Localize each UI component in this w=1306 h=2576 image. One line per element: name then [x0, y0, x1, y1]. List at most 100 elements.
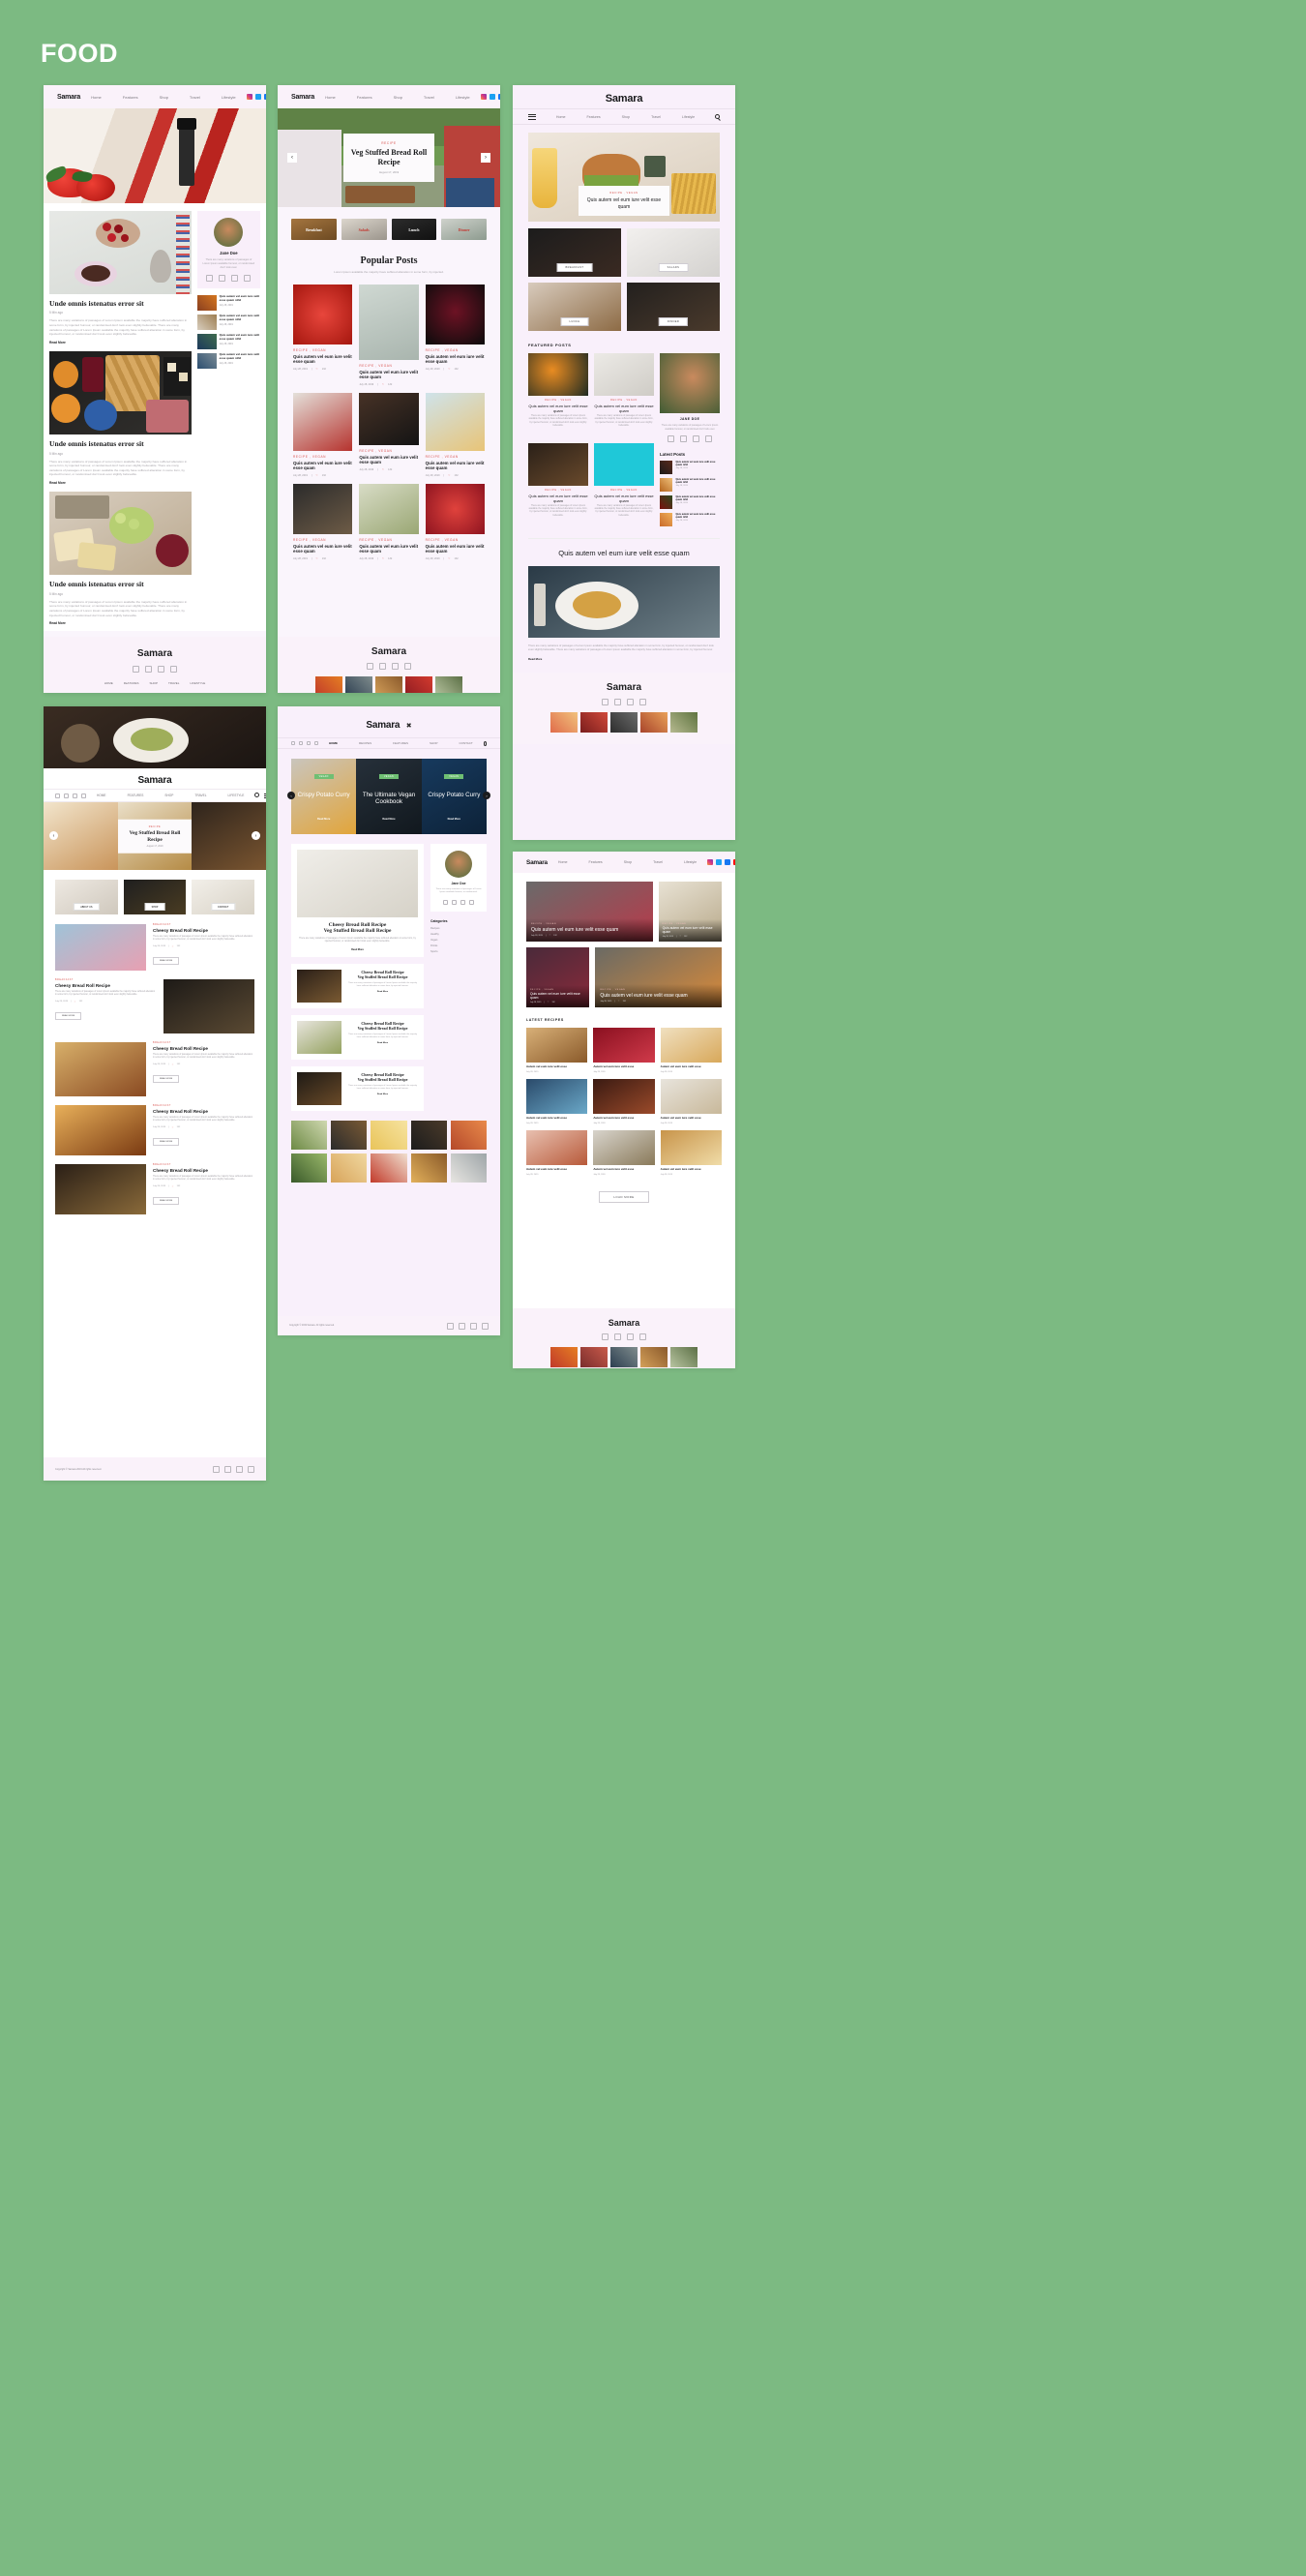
recipe-title[interactable]: Autem vel eum iure velit esse — [526, 1064, 587, 1069]
instagram-icon[interactable] — [206, 274, 214, 282]
post-title[interactable]: Unde omnis istenatus error sit — [49, 580, 192, 588]
read-more-link[interactable]: Read More — [347, 1093, 418, 1095]
post-image[interactable] — [660, 1078, 722, 1114]
post-title[interactable]: Quis autem vel eum iure velit esse quam — [594, 494, 654, 503]
list-item-title[interactable]: Quis autem vel eum iure velit esse quam … — [220, 314, 260, 322]
instagram-icon[interactable] — [291, 741, 295, 745]
hero[interactable]: RECIPE , VEGAN Quis autem vel eum iure v… — [528, 133, 720, 222]
post-image[interactable] — [297, 850, 418, 917]
feed-thumb[interactable] — [550, 1347, 578, 1367]
feed-thumb[interactable] — [640, 712, 668, 734]
post-card[interactable]: Unde omnis istenatus error sit 5 Min ago… — [49, 351, 192, 485]
feed-thumb[interactable] — [371, 1153, 407, 1183]
list-post[interactable]: Cheesy Bread Roll Recipe Veg Stuffed Bre… — [291, 1014, 424, 1060]
recipe-title[interactable]: Autem vel eum iure velit esse — [593, 1116, 654, 1121]
tile-breakfast[interactable]: BREAKFAST — [528, 228, 621, 277]
search-icon[interactable] — [715, 114, 721, 121]
nav-item-features[interactable]: FEATURES — [117, 794, 155, 797]
twitter-icon[interactable] — [716, 859, 723, 865]
post-title[interactable]: Quis autem vel eum iure velit esse quam — [426, 544, 485, 554]
facebook-icon[interactable] — [497, 94, 500, 100]
twitter-icon[interactable] — [614, 699, 621, 706]
post-image[interactable] — [425, 392, 485, 451]
feed-thumb[interactable] — [580, 1347, 608, 1367]
recipe-title[interactable]: Autem vel eum iure velit esse — [661, 1167, 722, 1172]
post-image[interactable] — [359, 483, 419, 534]
single-post-image[interactable] — [528, 565, 720, 638]
nav-item-shop[interactable]: SHOP — [154, 794, 184, 797]
youtube-icon[interactable] — [482, 1322, 489, 1330]
list-title-2[interactable]: Veg Stuffed Bread Roll Recipe — [347, 1026, 418, 1031]
category-item-recipes[interactable]: Recipes — [430, 927, 487, 930]
brand-logo[interactable]: Samara — [44, 775, 266, 786]
feed-thumb[interactable] — [331, 1153, 368, 1183]
facebook-icon[interactable] — [307, 741, 311, 745]
hero-card-small[interactable]: RECIPE , VEGAN Quis autem vel eum iure v… — [526, 947, 590, 1007]
slider-prev-button[interactable]: ‹ — [287, 792, 295, 799]
post-image[interactable] — [594, 353, 654, 396]
recipe-card[interactable]: Autem vel eum iure velit esse July 28, 2… — [660, 1078, 722, 1124]
facebook-icon[interactable] — [470, 1322, 477, 1330]
nav-item-features[interactable]: Features — [579, 860, 613, 864]
read-more-link[interactable]: Read More — [49, 481, 192, 485]
instagram-icon[interactable] — [443, 899, 448, 905]
read-more-link[interactable]: Read More — [347, 991, 418, 993]
lead-post[interactable]: Cheesy Bread Roll Recipe Veg Stuffed Bre… — [291, 844, 424, 957]
nav-item-lifestyle[interactable]: Lifestyle — [211, 95, 247, 100]
post-title[interactable]: Cheesy Bread Roll Recipe — [153, 1168, 254, 1174]
slide-readmore[interactable]: Read More — [317, 818, 330, 821]
recipe-card[interactable]: Autem vel eum iure velit esse July 28, 2… — [526, 1129, 588, 1176]
twitter-icon[interactable] — [254, 94, 261, 100]
recipe-card[interactable]: Autem vel eum iure velit esse July 28, 2… — [660, 1028, 722, 1073]
feed-thumb[interactable] — [410, 1153, 447, 1183]
twitter-icon[interactable] — [145, 666, 152, 673]
feed-thumb[interactable] — [345, 676, 372, 693]
hamburger-icon[interactable] — [528, 112, 536, 121]
recipe-card[interactable]: Autem vel eum iure velit esse July 28, 2… — [526, 1078, 588, 1124]
post-row[interactable]: BREAKFAST Cheesy Bread Roll Recipe There… — [55, 979, 254, 1033]
slide-title[interactable]: The Ultimate Vegan Cookbook — [362, 792, 415, 807]
twitter-icon[interactable] — [452, 899, 457, 905]
search-icon[interactable] — [483, 740, 487, 746]
list-item-title[interactable]: Quis autem vel eum iure velit esse quam … — [220, 294, 260, 303]
post-title[interactable]: Quis autem vel eum iure velit esse quam — [293, 544, 352, 554]
post-row[interactable]: BREAKFAST Cheesy Bread Roll Recipe There… — [55, 1105, 254, 1155]
single-post-title[interactable]: Quis autem vel eum iure velit esse quam — [528, 549, 720, 558]
slide[interactable]: VEGAN Crispy Potato Curry Read More — [291, 759, 357, 834]
post-title[interactable]: Quis autem vel eum iure velit esse quam — [293, 461, 352, 471]
youtube-icon[interactable] — [639, 699, 646, 706]
feed-thumb[interactable] — [640, 1347, 668, 1367]
youtube-icon[interactable] — [170, 666, 177, 673]
read-more-button[interactable]: READ MORE — [55, 1011, 82, 1020]
read-more-link[interactable]: Read More — [347, 1042, 418, 1044]
post-image[interactable] — [359, 284, 419, 360]
list-item-title[interactable]: Quis autem vel eum iure velit esse quam … — [220, 333, 260, 342]
post-card[interactable]: RECIPE , VEGAN Quis autem vel eum iure v… — [359, 483, 419, 560]
post-image[interactable] — [660, 1028, 722, 1063]
feed-thumb[interactable] — [405, 676, 432, 693]
hero-slider[interactable]: RECIPE Veg Stuffed Bread Roll Recipe Aug… — [278, 108, 500, 207]
featured-card[interactable]: RECIPE , VEGAN Quis autem vel eum iure v… — [528, 353, 588, 437]
recipe-card[interactable]: Autem vel eum iure velit esse July 28, 2… — [593, 1129, 655, 1176]
youtube-icon[interactable] — [404, 663, 411, 670]
card-title[interactable]: Quis autem vel eum iure velit esse quam — [530, 992, 585, 1001]
footer-link-travel[interactable]: TRAVEL — [168, 681, 179, 685]
instagram-icon[interactable] — [707, 859, 714, 865]
list-title-2[interactable]: Veg Stuffed Bread Roll Recipe — [347, 974, 418, 979]
post-row[interactable]: BREAKFAST Cheesy Bread Roll Recipe There… — [55, 1164, 254, 1214]
brand-logo[interactable]: Samara — [57, 94, 80, 101]
facebook-icon[interactable] — [725, 859, 731, 865]
twitter-icon[interactable] — [224, 1465, 231, 1473]
list-item[interactable]: Quis autem vel eum iure velit esse quam … — [196, 314, 260, 330]
post-image[interactable] — [55, 1042, 146, 1096]
twitter-icon[interactable] — [459, 1322, 465, 1330]
tile-salads[interactable]: SALADS — [627, 228, 720, 277]
recipe-card[interactable]: Autem vel eum iure velit esse July 28, 2… — [660, 1129, 722, 1176]
post-card[interactable]: RECIPE , VEGAN Quis autem vel eum iure v… — [293, 483, 353, 560]
feed-thumb[interactable] — [435, 676, 462, 693]
post-image[interactable] — [163, 979, 254, 1033]
category-item-drinks[interactable]: Drinks — [430, 944, 487, 947]
post-image[interactable] — [55, 1105, 146, 1155]
nav-item-features[interactable]: Features — [346, 95, 383, 100]
promo-contact[interactable]: CONTACT — [192, 880, 255, 914]
